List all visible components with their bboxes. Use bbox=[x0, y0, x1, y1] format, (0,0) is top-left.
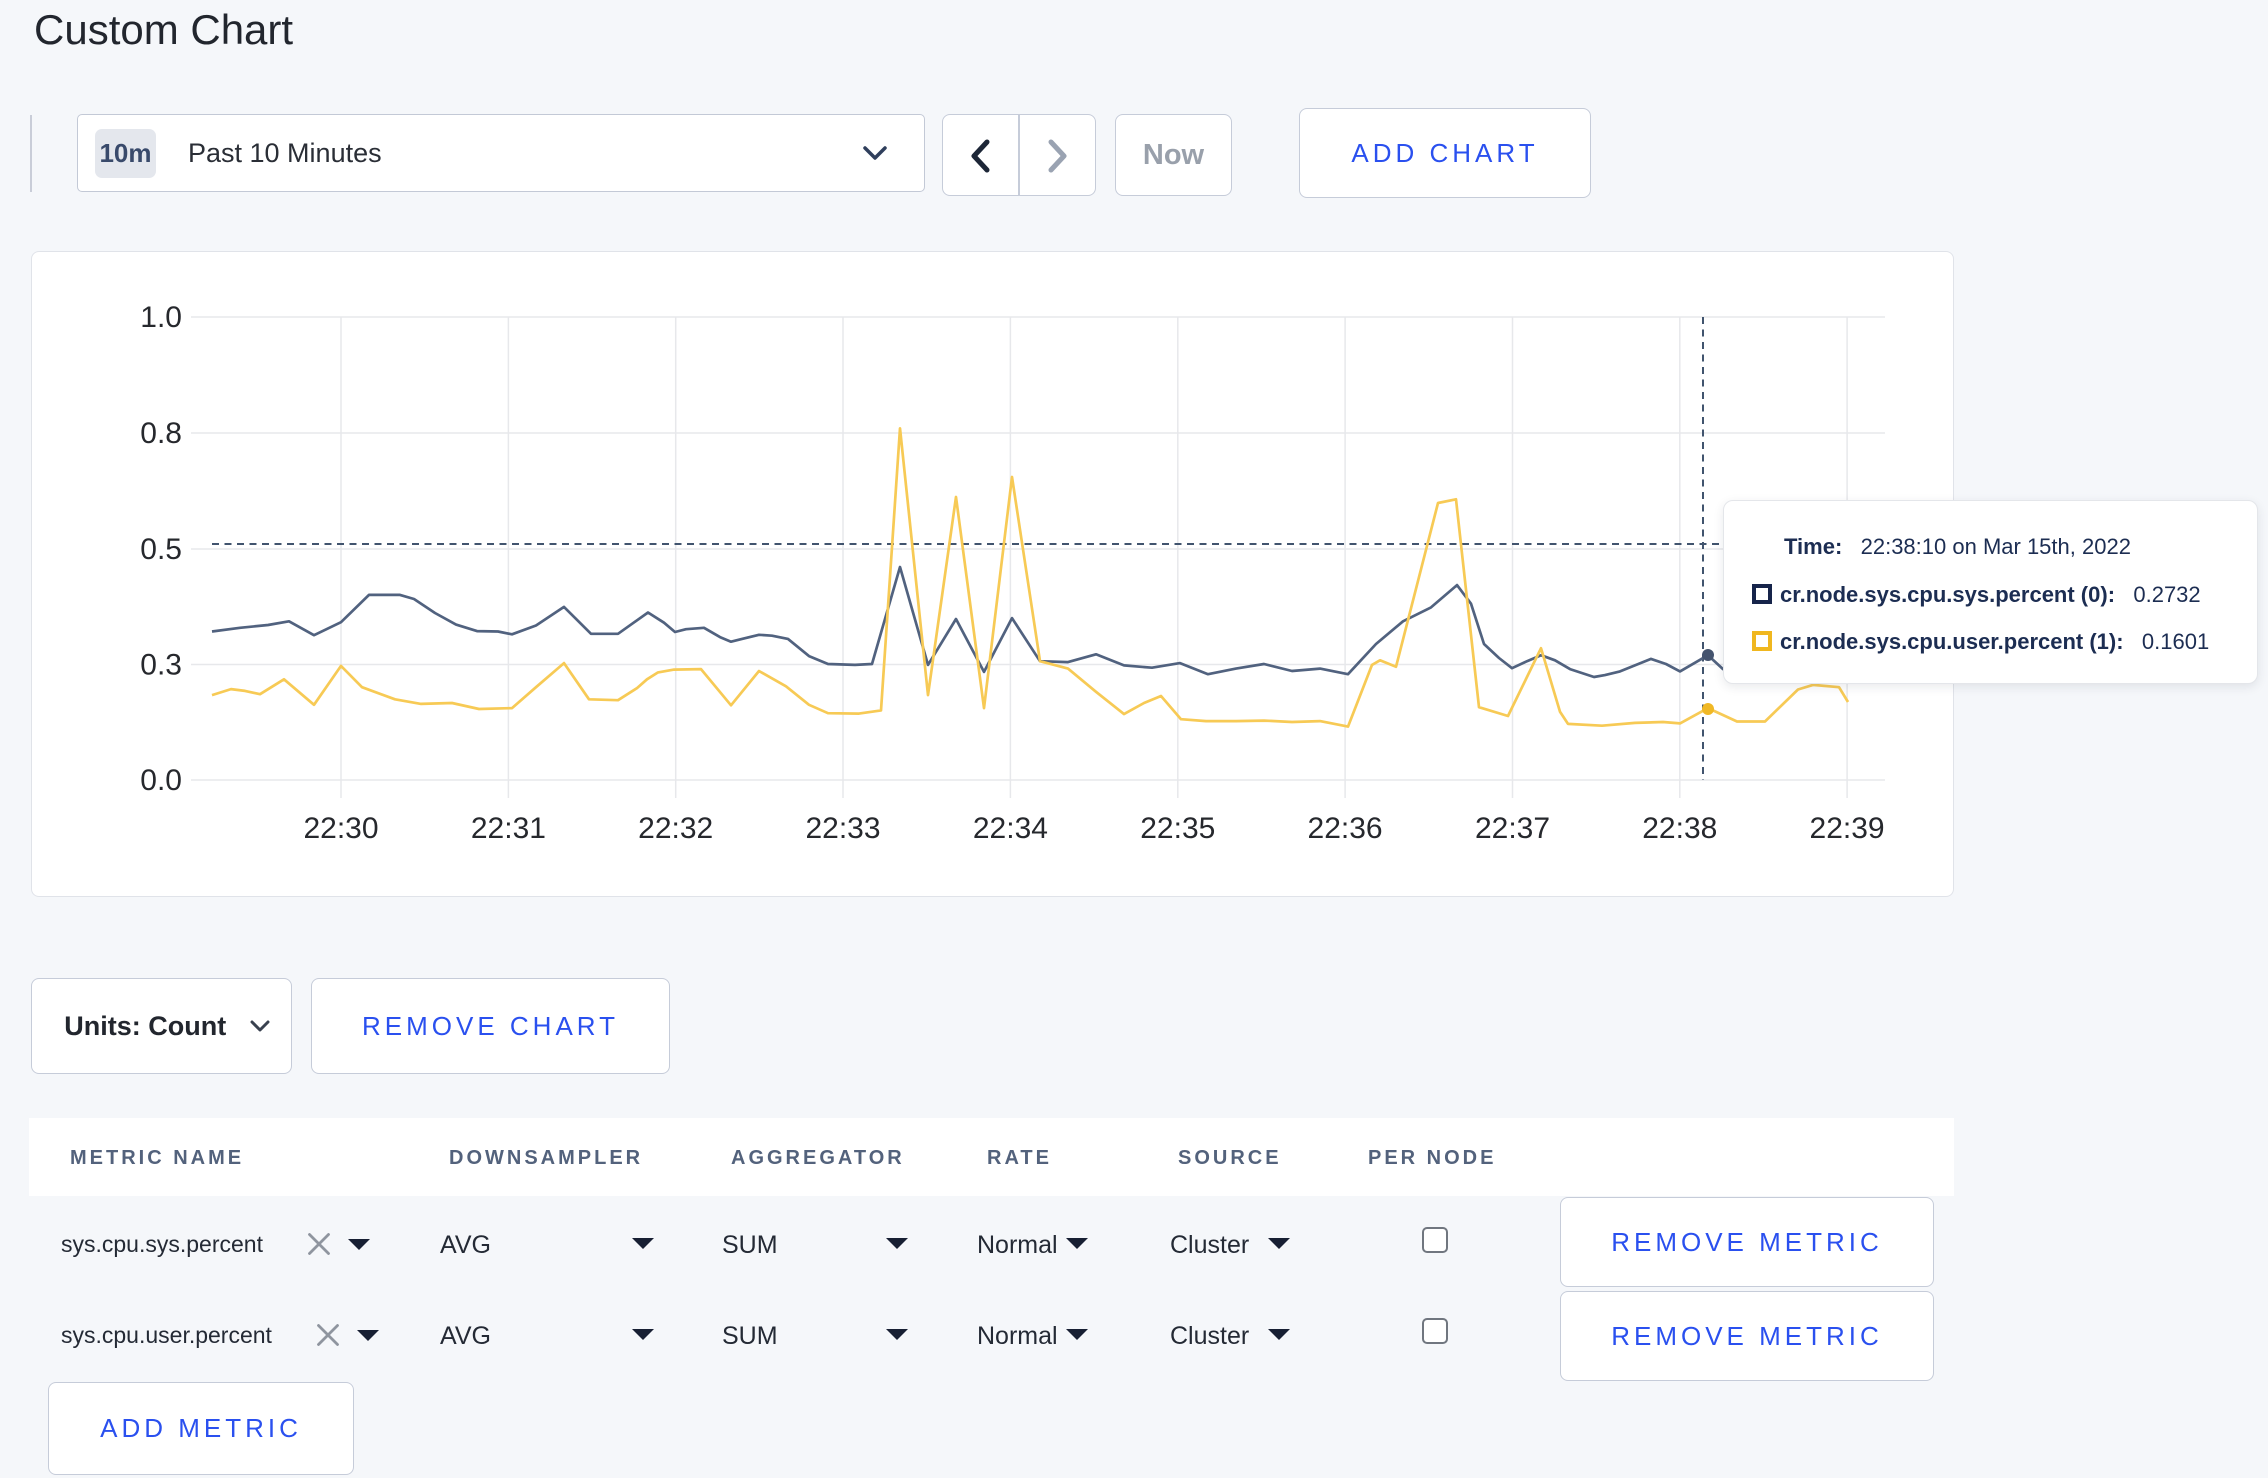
svg-text:0.0: 0.0 bbox=[140, 764, 182, 797]
svg-text:22:33: 22:33 bbox=[805, 812, 880, 845]
svg-text:22:36: 22:36 bbox=[1308, 812, 1383, 845]
svg-text:1.0: 1.0 bbox=[140, 301, 182, 334]
svg-text:22:32: 22:32 bbox=[638, 812, 713, 845]
svg-text:22:37: 22:37 bbox=[1475, 812, 1550, 845]
svg-text:22:39: 22:39 bbox=[1810, 812, 1885, 845]
svg-text:0.5: 0.5 bbox=[140, 533, 182, 566]
svg-text:22:31: 22:31 bbox=[471, 812, 546, 845]
svg-text:0.3: 0.3 bbox=[140, 649, 182, 682]
svg-text:22:30: 22:30 bbox=[303, 812, 378, 845]
svg-text:22:38: 22:38 bbox=[1642, 812, 1717, 845]
svg-text:0.8: 0.8 bbox=[140, 417, 182, 450]
svg-text:22:35: 22:35 bbox=[1140, 812, 1215, 845]
svg-text:22:34: 22:34 bbox=[973, 812, 1048, 845]
